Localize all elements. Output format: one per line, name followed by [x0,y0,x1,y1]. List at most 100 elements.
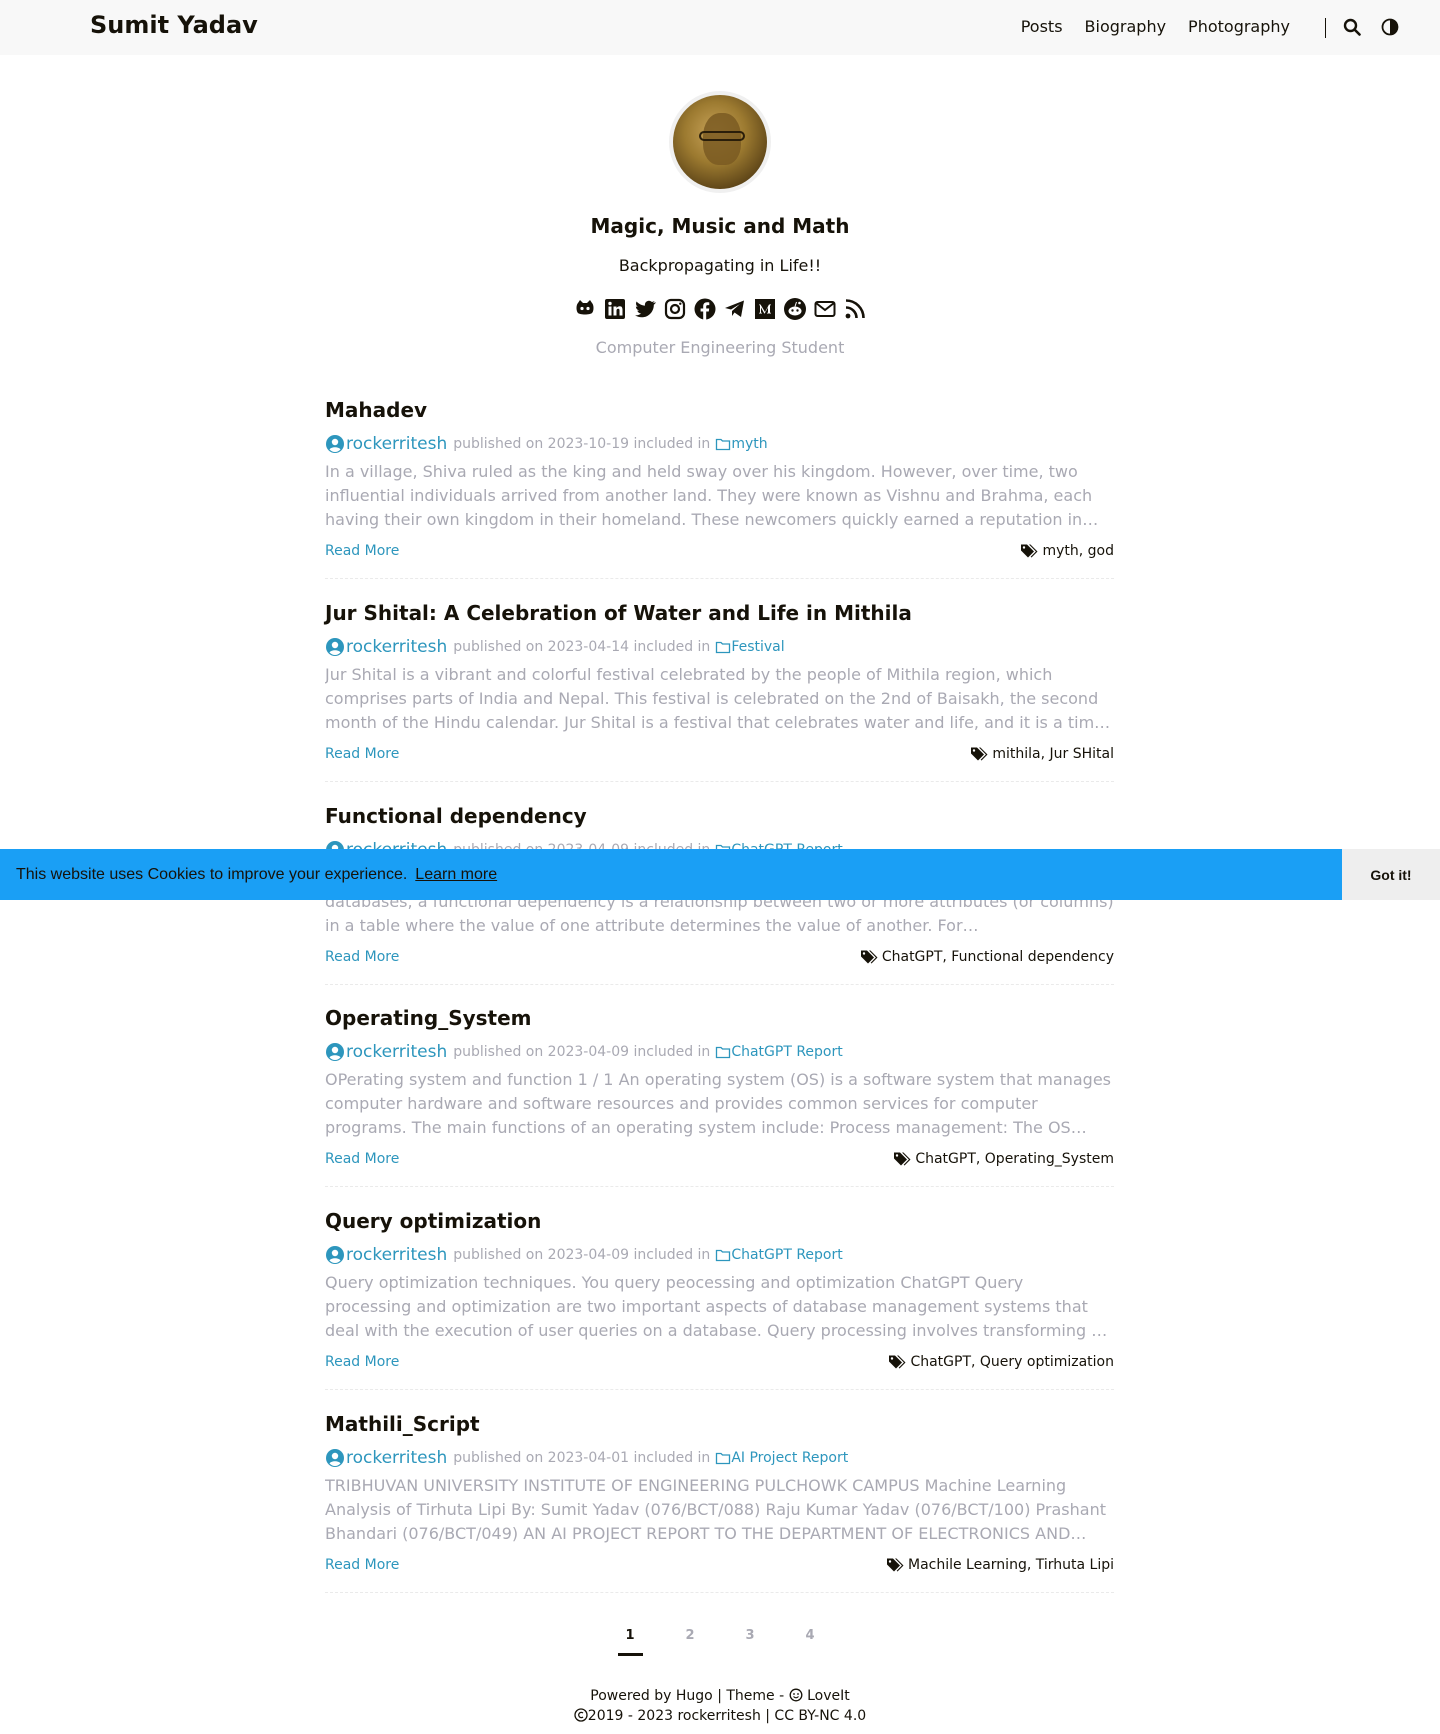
user-circle-icon [326,1449,344,1467]
post-author[interactable]: rockerritesh [346,1042,447,1062]
read-more-link[interactable]: Read More [325,949,399,965]
post-tags: ChatGPT, Operating_System [893,1151,1114,1167]
page-link-2[interactable]: 2 [660,1628,720,1652]
reddit-icon[interactable] [783,297,807,321]
post-category[interactable]: AI Project Report [731,1450,848,1466]
post-title[interactable]: Mathili_Script [325,1412,1114,1438]
post-tag-list[interactable]: ChatGPT, Query optimization [910,1354,1114,1370]
tags-icon [889,1355,906,1369]
post-tags: ChatGPT, Query optimization [888,1354,1114,1370]
instagram-icon[interactable] [663,297,687,321]
cookie-accept-button[interactable]: Got it! [1342,849,1440,900]
avatar [669,91,771,193]
profile-title: Magic, Music and Math [590,214,850,238]
post-title[interactable]: Mahadev [325,398,1114,424]
post-tag-list[interactable]: ChatGPT, Operating_System [915,1151,1114,1167]
github-icon[interactable] [573,297,597,321]
nav-divider [1325,18,1326,38]
loveit-icon [789,1688,803,1702]
post-author[interactable]: rockerritesh [346,1245,447,1265]
page-link-1[interactable]: 1 [600,1628,660,1656]
post-footer: Read More Machile Learning, Tirhuta Lipi [325,1554,1114,1576]
nav-posts[interactable]: Posts [1021,17,1063,36]
post-tag-list[interactable]: mithila, Jur SHital [992,746,1114,762]
post-category[interactable]: ChatGPT Report [731,1247,842,1263]
page-link-4[interactable]: 4 [780,1628,840,1652]
post-title[interactable]: Functional dependency [325,804,1114,830]
cookie-learn-more-link[interactable]: Learn more [415,866,497,884]
social-links [570,297,870,321]
read-more-link[interactable]: Read More [325,746,399,762]
post-item: Operating_System rockerritesh published … [325,1006,1114,1187]
site-footer: Powered by Hugo | Theme - LoveIt 2019 - … [0,1686,1440,1726]
pagination: 1 2 3 4 [0,1628,1440,1656]
read-more-link[interactable]: Read More [325,1354,399,1370]
post-tag-list[interactable]: myth, god [1042,543,1114,559]
search-icon[interactable] [1343,18,1361,36]
tags-icon [1021,544,1038,558]
footer-hugo-link[interactable]: Hugo [676,1688,713,1704]
post-category[interactable]: ChatGPT Report [731,1044,842,1060]
post-meta: rockerritesh published on 2023-04-09 inc… [325,1040,1114,1064]
twitter-icon[interactable] [633,297,657,321]
profile-disclaimer: Computer Engineering Student [595,338,845,357]
footer-theme-name[interactable]: LoveIt [807,1688,850,1704]
post-summary: Jur Shital is a vibrant and colorful fes… [325,665,1111,732]
post-date-meta: published on 2023-04-09 included in [453,1044,711,1060]
post-tags: mithila, Jur SHital [970,746,1114,762]
telegram-icon[interactable] [723,297,747,321]
footer-powered-line: Powered by Hugo | Theme - LoveIt [0,1686,1440,1706]
linkedin-icon[interactable] [603,297,627,321]
post-item: Mathili_Script rockerritesh published on… [325,1412,1114,1593]
post-item: Query optimization rockerritesh publishe… [325,1209,1114,1390]
nav-biography[interactable]: Biography [1085,17,1167,36]
post-author[interactable]: rockerritesh [346,434,447,454]
cookie-message: This website uses Cookies to improve you… [16,865,408,883]
folder-icon [716,641,731,654]
post-footer: Read More myth, god [325,540,1114,562]
post-divider [325,1389,1114,1390]
post-tag-list[interactable]: Machile Learning, Tirhuta Lipi [908,1557,1114,1573]
post-category[interactable]: Festival [731,639,784,655]
post-meta: rockerritesh published on 2023-04-09 inc… [325,1243,1114,1267]
read-more-link[interactable]: Read More [325,1557,399,1573]
footer-powered-by: Powered by [590,1688,672,1704]
post-date-meta: published on 2023-04-01 included in [453,1450,711,1466]
post-category[interactable]: myth [731,436,767,452]
post-divider [325,781,1114,782]
read-more-link[interactable]: Read More [325,543,399,559]
post-title[interactable]: Jur Shital: A Celebration of Water and L… [325,601,1114,627]
email-icon[interactable] [813,297,837,321]
post-divider [325,984,1114,985]
site-header: Sumit Yadav Posts Biography Photography [0,0,1440,55]
post-tags: ChatGPT, Functional dependency [860,949,1114,965]
footer-copyright-line: 2019 - 2023 rockerritesh | CC BY-NC 4.0 [0,1706,1440,1726]
rss-icon[interactable] [843,297,867,321]
post-tags: myth, god [1020,543,1114,559]
facebook-icon[interactable] [693,297,717,321]
post-date-meta: published on 2023-04-09 included in [453,1247,711,1263]
read-more-link[interactable]: Read More [325,1151,399,1167]
post-title[interactable]: Query optimization [325,1209,1114,1235]
page-link-3[interactable]: 3 [720,1628,780,1652]
post-author[interactable]: rockerritesh [346,1448,447,1468]
post-date-meta: published on 2023-10-19 included in [453,436,711,452]
site-title[interactable]: Sumit Yadav [90,11,258,39]
post-divider [325,1186,1114,1187]
medium-icon[interactable] [753,297,777,321]
post-divider [325,578,1114,579]
folder-icon [716,1046,731,1059]
tags-icon [860,950,878,964]
user-circle-icon [326,1246,344,1264]
nav-photography[interactable]: Photography [1188,17,1290,36]
theme-toggle-icon[interactable] [1381,18,1399,36]
post-title[interactable]: Operating_System [325,1006,1114,1032]
user-circle-icon [326,638,344,656]
post-author[interactable]: rockerritesh [346,637,447,657]
post-tag-list[interactable]: ChatGPT, Functional dependency [882,949,1114,965]
footer-theme-sep: | Theme - [717,1688,785,1704]
post-summary: OPerating system and function 1 / 1 An o… [325,1070,1111,1137]
tags-icon [886,1558,904,1572]
footer-copyright: 2019 - 2023 rockerritesh | CC BY-NC 4.0 [587,1708,867,1724]
cookie-banner: This website uses Cookies to improve you… [0,849,1440,900]
